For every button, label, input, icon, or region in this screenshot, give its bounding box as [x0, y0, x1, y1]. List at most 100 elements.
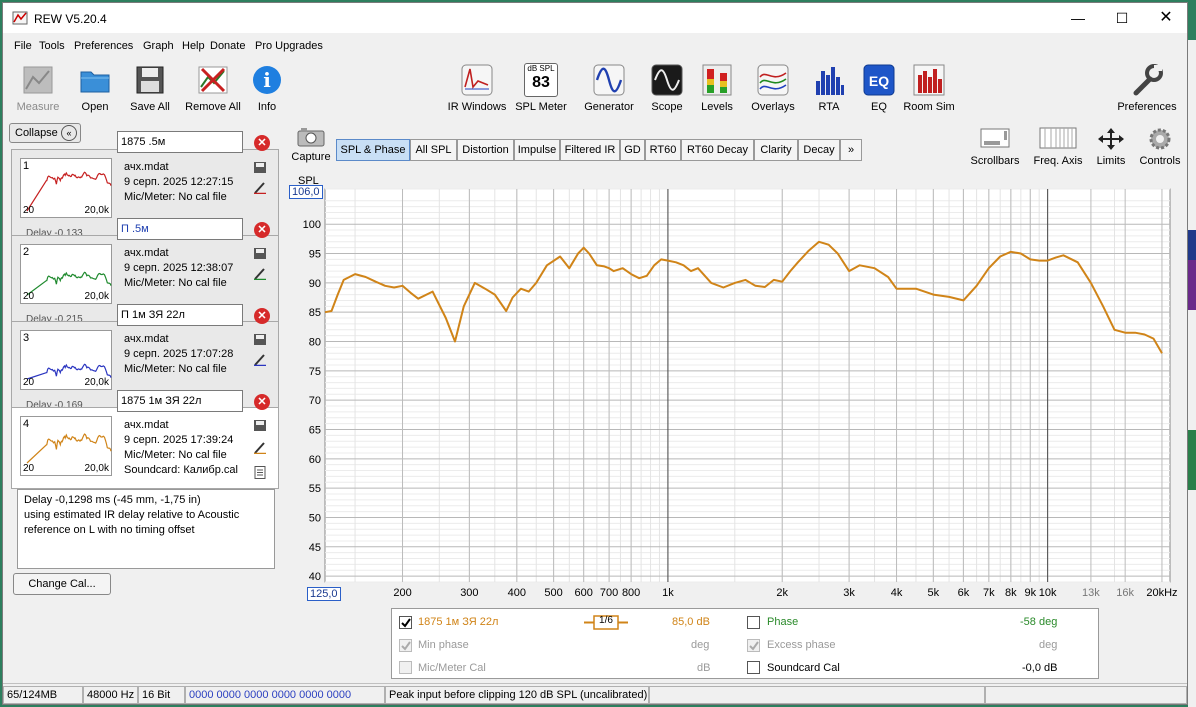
tab-distortion[interactable]: Distortion — [457, 139, 514, 161]
menu-file[interactable]: File — [14, 40, 32, 52]
preferences-label: Preferences — [1117, 101, 1177, 113]
tab-gd[interactable]: GD — [620, 139, 645, 161]
levels-button[interactable]: Levels — [695, 63, 739, 113]
close-icon[interactable]: ✕ — [1143, 3, 1187, 33]
excess-phase-checkbox[interactable] — [747, 639, 760, 652]
measure-button[interactable]: Measure — [13, 63, 63, 113]
minimize-icon[interactable]: — — [1055, 3, 1101, 33]
spl-chart[interactable]: 40 45 50 55 60 65 70 75 80 85 90 95 100 200 300 400 500 6… — [283, 179, 1183, 609]
menu-help[interactable]: Help — [182, 40, 205, 52]
svg-text:EQ: EQ — [869, 73, 889, 89]
pen-icon[interactable] — [253, 181, 267, 194]
measurement-name-input[interactable]: П 1м ЗЯ 22л — [117, 304, 243, 326]
document-icon[interactable] — [253, 466, 267, 479]
preferences-button[interactable]: Preferences — [1111, 63, 1183, 113]
thumb-high-freq: 20,0k — [84, 205, 109, 216]
y-tick-label: 55 — [309, 483, 321, 495]
soundcard-cal-checkbox[interactable] — [747, 661, 760, 674]
spl-meter-label: SPL Meter — [515, 101, 567, 113]
measurement-date: 9 серп. 2025 12:27:15 — [124, 176, 234, 188]
collapse-button[interactable]: Collapse « — [9, 123, 81, 143]
legend-panel: 1875 1м ЗЯ 22л 1/6 85,0 dB Min phase deg… — [391, 608, 1099, 679]
measurement-card-4[interactable]: 4 20 20,0k ачх.mdat 9 серп. 2025 17:39:2… — [11, 407, 279, 489]
measurement-notes[interactable]: Delay -0,1298 ms (-45 mm, -1,75 in) usin… — [17, 489, 275, 569]
min-phase-checkbox[interactable] — [399, 639, 412, 652]
change-cal-button[interactable]: Change Cal... — [13, 573, 111, 595]
pen-icon[interactable] — [253, 441, 267, 454]
menu-tools[interactable]: Tools — [39, 40, 65, 52]
remove-all-button[interactable]: Remove All — [183, 63, 243, 113]
save-measurement-icon[interactable] — [253, 419, 267, 432]
remove-measurement-icon[interactable]: ✕ — [254, 222, 270, 238]
tab-impulse[interactable]: Impulse — [514, 139, 560, 161]
open-button[interactable]: Open — [73, 63, 117, 113]
save-measurement-icon[interactable] — [253, 333, 267, 346]
trace-checkbox[interactable] — [399, 616, 412, 629]
room-sim-label: Room Sim — [903, 101, 955, 113]
freq-axis-button[interactable]: Freq. Axis — [1029, 127, 1087, 167]
measurements-panel: Collapse « 1 20 20,0k ачх.mdat 9 серп. 2… — [9, 121, 281, 597]
scrollbars-button[interactable]: Scrollbars — [965, 127, 1025, 167]
legend-mic-cal-unit: dB — [697, 662, 711, 674]
tab-rt60[interactable]: RT60 — [645, 139, 681, 161]
menu-preferences[interactable]: Preferences — [74, 40, 133, 52]
menu-graph[interactable]: Graph — [143, 40, 174, 52]
capture-label: Capture — [291, 151, 331, 163]
remove-measurement-icon[interactable]: ✕ — [254, 394, 270, 410]
measurement-thumbnail: 3 20 20,0k — [20, 330, 112, 390]
status-memory: 65/124MB — [3, 686, 83, 704]
ir-windows-icon — [460, 63, 494, 97]
thumb-high-freq: 20,0k — [84, 291, 109, 302]
spl-meter-button[interactable]: dB SPL 83 SPL Meter — [513, 63, 569, 113]
measurement-name-input[interactable]: 1875 1м ЗЯ 22л — [117, 390, 243, 412]
rta-icon — [812, 63, 846, 97]
tab-decay[interactable]: Decay — [798, 139, 840, 161]
phase-checkbox[interactable] — [747, 616, 760, 629]
generator-button[interactable]: Generator — [581, 63, 637, 113]
status-levels: 0000 0000 0000 0000 0000 0000 — [185, 686, 385, 704]
scope-button[interactable]: Scope — [645, 63, 689, 113]
controls-button[interactable]: Controls — [1135, 127, 1185, 167]
mic-cal-checkbox[interactable] — [399, 661, 412, 674]
tab-filtered-ir[interactable]: Filtered IR — [560, 139, 620, 161]
ir-windows-button[interactable]: IR Windows — [445, 63, 509, 113]
tab-clarity[interactable]: Clarity — [754, 139, 798, 161]
smoothing-control[interactable]: 1/6 — [584, 615, 628, 630]
measurement-name-input[interactable]: 1875 .5м — [117, 131, 243, 153]
room-sim-button[interactable]: Room Sim — [901, 63, 957, 113]
x-tick-label: 800 — [622, 587, 640, 599]
controls-label: Controls — [1139, 155, 1181, 167]
rta-button[interactable]: RTA — [809, 63, 849, 113]
legend-min-phase-unit: deg — [691, 639, 710, 651]
pen-icon[interactable] — [253, 353, 267, 366]
eq-label: EQ — [871, 101, 887, 113]
measurement-name-input[interactable]: П .5м — [117, 218, 243, 240]
thumb-low-freq: 20 — [23, 463, 35, 474]
save-measurement-icon[interactable] — [253, 161, 267, 174]
save-measurement-icon[interactable] — [253, 247, 267, 260]
tab-rt60-decay[interactable]: RT60 Decay — [681, 139, 754, 161]
y-tick-label: 65 — [309, 424, 321, 436]
info-button[interactable]: i Info — [247, 63, 287, 113]
scope-icon — [650, 63, 684, 97]
open-label: Open — [81, 101, 109, 113]
eq-icon: EQ — [862, 63, 896, 97]
measurement-file: ачх.mdat — [124, 247, 169, 259]
limits-button[interactable]: Limits — [1091, 127, 1131, 167]
y-tick-label: 95 — [309, 249, 321, 261]
menu-pro-upgrades[interactable]: Pro Upgrades — [255, 40, 323, 52]
remove-measurement-icon[interactable]: ✕ — [254, 135, 270, 151]
maximize-icon[interactable]: ☐ — [1099, 3, 1145, 33]
eq-button[interactable]: EQ EQ — [859, 63, 899, 113]
overlays-button[interactable]: Overlays — [747, 63, 799, 113]
save-all-button[interactable]: Save All — [125, 63, 175, 113]
menu-donate[interactable]: Donate — [210, 40, 245, 52]
remove-measurement-icon[interactable]: ✕ — [254, 308, 270, 324]
tab-more[interactable]: » — [840, 139, 862, 161]
capture-button[interactable]: Capture — [289, 127, 333, 163]
pen-icon[interactable] — [253, 267, 267, 280]
x-tick-label: 500 — [544, 587, 562, 599]
tab-all-spl[interactable]: All SPL — [410, 139, 457, 161]
legend-phase-label: Phase — [767, 616, 799, 628]
tab-spl-phase[interactable]: SPL & Phase — [336, 139, 410, 161]
